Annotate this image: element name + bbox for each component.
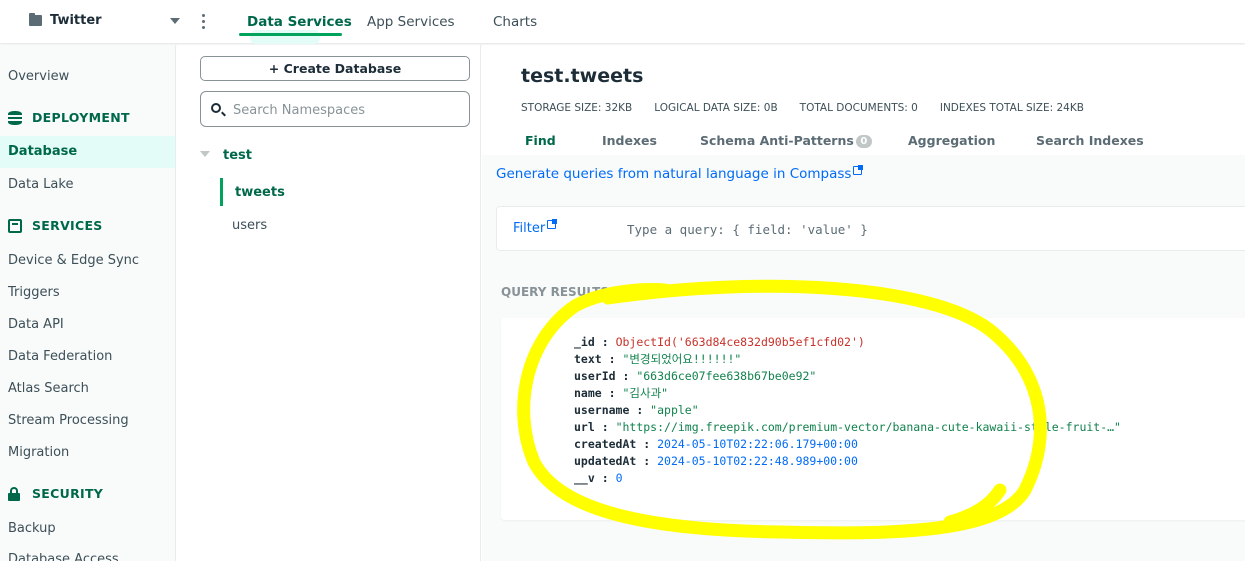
tab-charts[interactable]: Charts bbox=[493, 14, 537, 30]
sidebar-item-stream-processing[interactable]: Stream Processing bbox=[8, 413, 129, 428]
tab-aggregation[interactable]: Aggregation bbox=[908, 133, 995, 148]
indexes-size: INDEXES TOTAL SIZE: 24KB bbox=[939, 102, 1084, 114]
database-icon bbox=[8, 110, 22, 125]
folder-icon bbox=[29, 13, 42, 26]
field-value: ObjectId('663d84ce832d90b5ef1cfd02') bbox=[615, 335, 865, 349]
lock-icon bbox=[8, 486, 22, 501]
namespace-panel: + Create Database test tweets users bbox=[177, 45, 481, 561]
collapse-caret-icon[interactable] bbox=[200, 151, 210, 157]
active-collection-indicator bbox=[220, 178, 223, 206]
section-heading: DEPLOYMENT bbox=[32, 110, 130, 125]
collection-stats: STORAGE SIZE: 32KB LOGICAL DATA SIZE: 0B… bbox=[521, 102, 1106, 114]
document-field: username : "apple" bbox=[574, 403, 699, 417]
plus-icon: + bbox=[268, 61, 284, 76]
query-results-label: QUERY RESULTS: 1-1 OF 1 bbox=[501, 285, 675, 299]
count-badge: 0 bbox=[855, 135, 872, 148]
field-key: username bbox=[574, 403, 630, 417]
sidebar-item-migration[interactable]: Migration bbox=[8, 445, 69, 460]
document-field: _id : ObjectId('663d84ce832d90b5ef1cfd02… bbox=[574, 335, 865, 349]
document-fields: _id : ObjectId('663d84ce832d90b5ef1cfd02… bbox=[574, 334, 1121, 487]
more-options-icon[interactable] bbox=[202, 14, 206, 30]
sidebar-item-data-federation[interactable]: Data Federation bbox=[8, 349, 112, 364]
section-heading: SECURITY bbox=[32, 486, 104, 501]
sidebar-item-database[interactable]: Database bbox=[0, 136, 175, 168]
document-field: name : "김사과" bbox=[574, 386, 669, 400]
sidebar-item-data-lake[interactable]: Data Lake bbox=[8, 177, 73, 192]
search-input[interactable] bbox=[233, 100, 463, 120]
top-bar: Twitter Data Services App Services Chart… bbox=[0, 0, 1245, 44]
document-field: url : "https://img.freepik.com/premium-v… bbox=[574, 420, 1121, 434]
field-key: __v bbox=[574, 471, 595, 485]
field-key: createdAt bbox=[574, 437, 637, 451]
field-value: 0 bbox=[615, 471, 623, 485]
chevron-down-icon[interactable] bbox=[170, 18, 180, 24]
section-deployment: DEPLOYMENT bbox=[8, 110, 130, 125]
field-key: text bbox=[574, 352, 602, 366]
external-link-icon bbox=[547, 219, 558, 229]
sidebar-item-database-access[interactable]: Database Access bbox=[8, 552, 119, 561]
section-security: SECURITY bbox=[8, 486, 103, 501]
document-field: text : "변경되었어요!!!!!!" bbox=[574, 352, 742, 366]
document-field: createdAt : 2024-05-10T02:22:06.179+00:0… bbox=[574, 437, 858, 451]
sidebar-item-overview[interactable]: Overview bbox=[8, 69, 69, 84]
sidebar-item-triggers[interactable]: Triggers bbox=[8, 285, 60, 300]
database-name[interactable]: test bbox=[223, 148, 252, 163]
sidebar-item-device-sync[interactable]: Device & Edge Sync bbox=[8, 253, 139, 268]
search-icon bbox=[211, 103, 221, 113]
field-value: 2024-05-10T02:22:48.989+00:00 bbox=[657, 454, 858, 468]
filter-input[interactable] bbox=[627, 219, 1027, 239]
field-value: "apple" bbox=[650, 403, 699, 417]
total-documents: TOTAL DOCUMENTS: 0 bbox=[799, 102, 918, 114]
document-card[interactable]: _id : ObjectId('663d84ce832d90b5ef1cfd02… bbox=[501, 318, 1245, 520]
storage-size: STORAGE SIZE: 32KB bbox=[521, 102, 633, 114]
logical-size: LOGICAL DATA SIZE: 0B bbox=[654, 102, 778, 114]
document-field: userId : "663d6ce07fee638b67be0e92" bbox=[574, 369, 817, 383]
left-sidebar: Overview DEPLOYMENT Database Data Lake S… bbox=[0, 45, 176, 561]
services-icon bbox=[8, 218, 22, 233]
tab-schema-anti-patterns[interactable]: Schema Anti-Patterns 0 bbox=[700, 133, 872, 148]
results-count: 1-1 OF 1 bbox=[617, 285, 675, 299]
collection-item-tweets[interactable]: tweets bbox=[235, 185, 285, 200]
section-heading: SERVICES bbox=[32, 218, 103, 233]
field-value: "변경되었어요!!!!!!" bbox=[622, 352, 742, 366]
active-tab-indicator bbox=[239, 33, 342, 36]
tab-data-services[interactable]: Data Services bbox=[247, 14, 352, 30]
field-value: "김사과" bbox=[622, 386, 669, 400]
main-content: test.tweets STORAGE SIZE: 32KB LOGICAL D… bbox=[482, 45, 1245, 561]
field-key: name bbox=[574, 386, 602, 400]
external-link-icon bbox=[853, 165, 864, 175]
create-database-button[interactable]: + Create Database bbox=[200, 56, 470, 81]
field-key: updatedAt bbox=[574, 454, 637, 468]
field-key: url bbox=[574, 420, 595, 434]
project-name: Twitter bbox=[50, 13, 102, 28]
field-value: "https://img.freepik.com/premium-vector/… bbox=[615, 420, 1121, 434]
tab-app-services[interactable]: App Services bbox=[367, 14, 455, 30]
collection-header: test.tweets STORAGE SIZE: 32KB LOGICAL D… bbox=[482, 45, 1245, 155]
sidebar-item-backup[interactable]: Backup bbox=[8, 521, 56, 536]
tab-search-indexes[interactable]: Search Indexes bbox=[1036, 133, 1144, 148]
filter-bar: Filter bbox=[496, 206, 1245, 251]
collection-item-users[interactable]: users bbox=[232, 218, 267, 233]
section-services: SERVICES bbox=[8, 218, 103, 233]
field-value: "663d6ce07fee638b67be0e92" bbox=[636, 369, 817, 383]
field-value: 2024-05-10T02:22:06.179+00:00 bbox=[657, 437, 858, 451]
compass-nl-link[interactable]: Generate queries from natural language i… bbox=[496, 165, 864, 182]
tab-find[interactable]: Find bbox=[525, 133, 556, 148]
namespace-search[interactable] bbox=[200, 91, 470, 127]
project-selector[interactable]: Twitter bbox=[29, 13, 102, 28]
sidebar-item-data-api[interactable]: Data API bbox=[8, 317, 64, 332]
field-key: userId bbox=[574, 369, 616, 383]
document-field: __v : 0 bbox=[574, 471, 623, 485]
sidebar-item-atlas-search[interactable]: Atlas Search bbox=[8, 381, 89, 396]
tab-indexes[interactable]: Indexes bbox=[602, 133, 657, 148]
filter-link[interactable]: Filter bbox=[513, 219, 558, 236]
field-key: _id bbox=[574, 335, 595, 349]
document-field: updatedAt : 2024-05-10T02:22:48.989+00:0… bbox=[574, 454, 858, 468]
collection-title: test.tweets bbox=[521, 65, 644, 87]
